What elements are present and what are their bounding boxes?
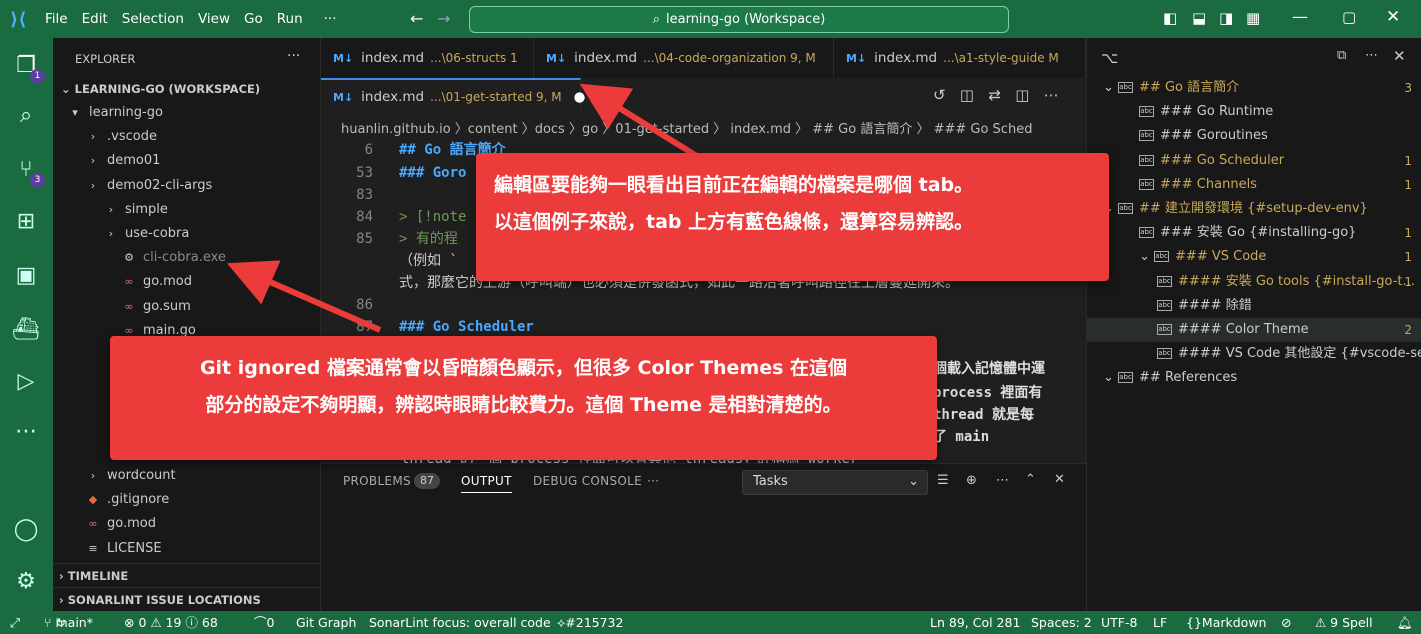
callout-bottom-line2: 部分的設定不夠明顯，辨認時眼睛比較費力。這個 Theme 是相對清楚的。 xyxy=(205,394,842,416)
arrow-to-ignored-file xyxy=(227,260,382,333)
arrow-to-active-tab xyxy=(579,83,702,161)
callout-top-line2: 以這個例子來說，tab 上方有藍色線條，還算容易辨認。 xyxy=(494,211,974,233)
callout-bottom-line1: Git ignored 檔案通常會以昏暗顏色顯示，但很多 Color Theme… xyxy=(199,357,848,379)
callout-active-tab: 編輯區要能夠一眼看出目前正在編輯的檔案是哪個 tab。 以這個例子來說，tab … xyxy=(476,153,1109,281)
callout-top-line1: 編輯區要能夠一眼看出目前正在編輯的檔案是哪個 tab。 xyxy=(494,174,974,196)
callout-git-ignored: Git ignored 檔案通常會以昏暗顏色顯示，但很多 Color Theme… xyxy=(110,336,937,460)
annotation-arrows xyxy=(227,83,702,333)
